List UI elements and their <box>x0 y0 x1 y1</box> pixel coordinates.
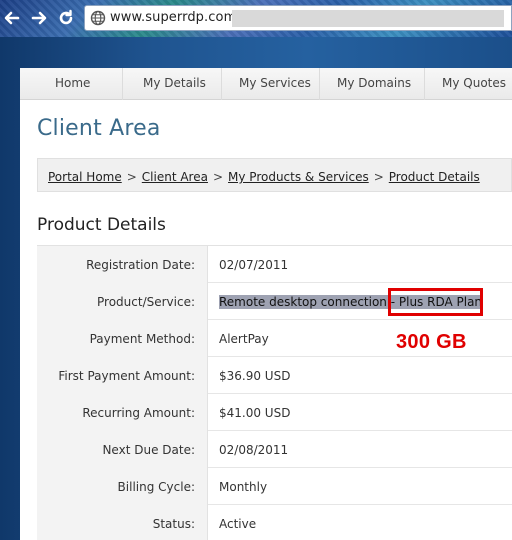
row-value: $41.00 USD <box>219 406 291 420</box>
row-label: First Payment Amount: <box>37 357 208 394</box>
breadcrumb-separator: > <box>126 170 137 184</box>
row-value: Active <box>219 517 257 531</box>
top-navigation: Home My Details My Services My Domains M… <box>20 68 512 100</box>
row-label: Product/Service: <box>37 283 208 320</box>
row-label: Status: <box>37 505 208 540</box>
row-label: Billing Cycle: <box>37 468 208 505</box>
row-value: $36.90 USD <box>219 369 291 383</box>
url-redaction <box>232 10 504 27</box>
globe-icon <box>90 10 106 26</box>
highlight-box <box>388 288 483 316</box>
row-label: Registration Date: <box>37 246 208 283</box>
nav-my-services[interactable]: My Services <box>239 76 311 90</box>
row-label: Payment Method: <box>37 320 208 357</box>
page-title: Client Area <box>37 116 161 141</box>
breadcrumb-product-details[interactable]: Product Details <box>389 170 480 184</box>
nav-my-domains[interactable]: My Domains <box>337 76 411 90</box>
nav-my-details[interactable]: My Details <box>143 76 206 90</box>
breadcrumb-products-services[interactable]: My Products & Services <box>228 170 369 184</box>
table-row: Billing Cycle: Monthly <box>37 468 512 505</box>
row-label: Next Due Date: <box>37 431 208 468</box>
table-row: Status: Active <box>37 505 512 540</box>
row-value: Monthly <box>219 480 268 494</box>
table-row: Next Due Date: 02/08/2011 <box>37 431 512 468</box>
row-label: Recurring Amount: <box>37 394 208 431</box>
nav-divider <box>424 68 425 100</box>
url-text: www.superrdp.com <box>110 10 237 25</box>
table-row: Recurring Amount: $41.00 USD <box>37 394 512 431</box>
row-value: 02/08/2011 <box>219 443 289 457</box>
nav-divider <box>122 68 123 100</box>
nav-my-quotes[interactable]: My Quotes <box>442 76 506 90</box>
table-row: Registration Date: 02/07/2011 <box>37 246 512 283</box>
nav-home[interactable]: Home <box>55 76 90 90</box>
annotation-note: 300 GB <box>396 331 467 353</box>
row-value: 02/07/2011 <box>219 258 289 272</box>
breadcrumb-portal-home[interactable]: Portal Home <box>48 170 122 184</box>
section-title: Product Details <box>37 215 166 235</box>
breadcrumb-separator: > <box>373 170 384 184</box>
table-row: First Payment Amount: $36.90 USD <box>37 357 512 394</box>
back-arrow-icon[interactable] <box>2 8 22 28</box>
breadcrumb: Portal Home > Client Area > My Products & Se… <box>37 158 512 192</box>
address-bar[interactable]: www.superrdp.com <box>84 5 512 31</box>
nav-divider <box>221 68 222 100</box>
row-value: AlertPay <box>219 332 269 346</box>
nav-divider <box>319 68 320 100</box>
breadcrumb-client-area[interactable]: Client Area <box>142 170 208 184</box>
breadcrumb-separator: > <box>212 170 224 184</box>
forward-arrow-icon[interactable] <box>29 8 49 28</box>
reload-icon[interactable] <box>56 8 76 28</box>
